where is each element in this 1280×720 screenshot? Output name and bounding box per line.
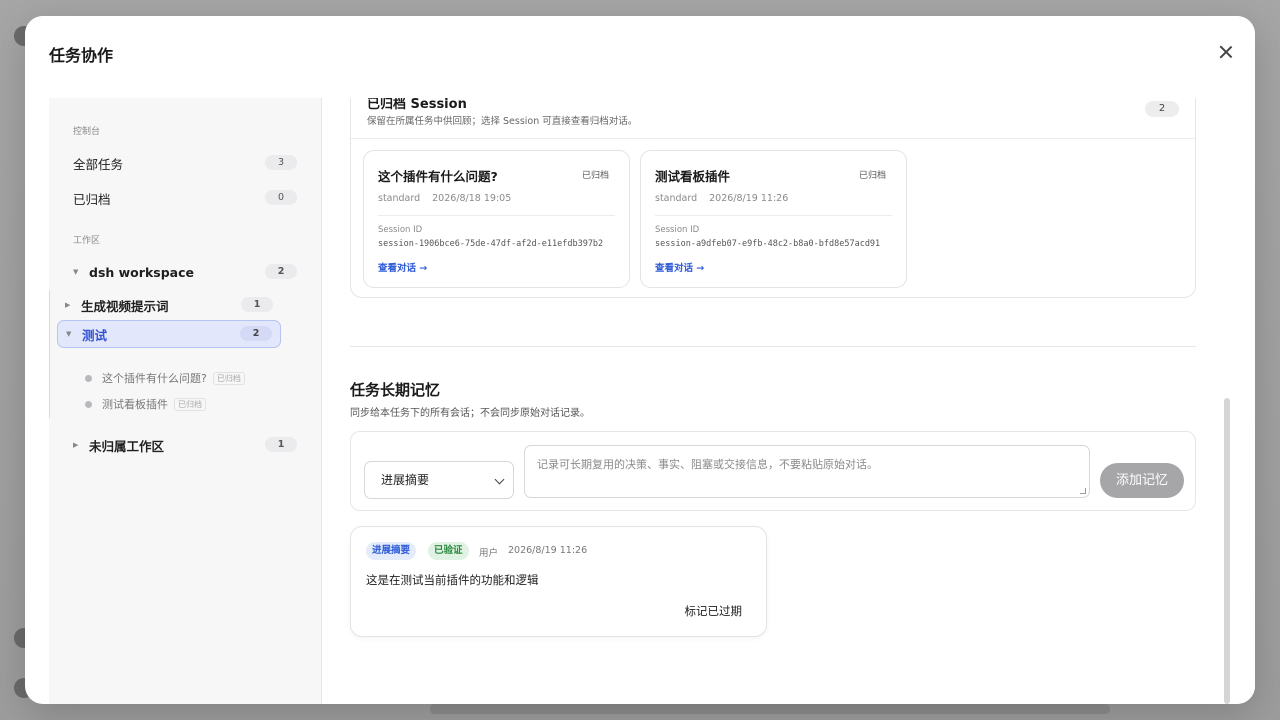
memory-section-description: 同步给本任务下的所有会话；不会同步原始对话记录。 [350,408,590,419]
caret-down-icon[interactable]: ▼ [73,268,89,276]
session-id-value: session-a9dfeb07-e9fb-48c2-b8a0-bfd8e57a… [655,239,881,249]
archived-session-card[interactable]: 测试看板插件 已归档 standard 2026/8/19 11:26 Sess… [640,150,907,288]
card-divider [655,215,892,216]
textarea-placeholder: 记录可长期复用的决策、事实、阻塞或交接信息，不要粘贴原始对话。 [537,458,878,471]
count-badge: 2 [265,264,297,279]
sidebar-task-video-prompt[interactable]: ▶ 生成视频提示词 1 [65,294,273,316]
modal-title: 任务协作 [49,46,114,65]
caret-right-icon[interactable]: ▶ [65,301,81,309]
sidebar-session-item[interactable]: 测试看板插件 已归档 [85,396,206,412]
caret-down-icon[interactable]: ▼ [66,330,82,338]
session-mode: standard [655,193,698,204]
archived-tag: 已归档 [212,371,245,385]
session-mode: standard [378,193,421,204]
task-label: 测试 [82,327,108,343]
view-conversation-link[interactable]: 查看对话 → [378,260,427,274]
main-content: 已归档 Session 保留在所属任务中供回顾；选择 Session 可直接查看… [322,78,1255,704]
session-meta: standard 2026/8/19 11:26 [655,193,788,204]
modal-header: 任务协作 [25,16,1255,98]
sidebar-item-all-tasks[interactable]: 全部任务 3 [73,152,297,174]
verified-tag: 已验证 [428,542,469,560]
caret-right-icon[interactable]: ▶ [73,441,89,449]
mark-expired-button[interactable]: 标记已过期 [685,603,743,619]
session-label: 这个插件有什么问题? [102,372,207,385]
session-dot-icon [85,374,92,382]
archived-description: 保留在所属任务中供回顾；选择 Session 可直接查看归档对话。 [367,116,638,127]
memory-type-tag: 进展摘要 [366,542,417,560]
view-conversation-link[interactable]: 查看对话 → [655,260,704,274]
section-divider [350,346,1196,347]
memory-textarea[interactable]: 记录可长期复用的决策、事实、阻塞或交接信息，不要粘贴原始对话。 [524,445,1090,498]
memory-entry-card: 进展摘要 已验证 用户 2026/8/19 11:26 这是在测试当前插件的功能… [350,526,767,637]
chevron-down-icon [494,474,505,485]
sidebar-task-test[interactable]: ▼ 测试 2 [57,320,281,348]
add-memory-button[interactable]: 添加记忆 [1100,463,1184,498]
count-badge: 3 [265,155,297,170]
card-divider [378,215,615,216]
close-icon[interactable] [1217,43,1235,61]
memory-form: 进展摘要 记录可长期复用的决策、事实、阻塞或交接信息，不要粘贴原始对话。 添加记… [350,431,1196,511]
workspace-section-label: 工作区 [73,236,101,246]
session-id-value: session-1906bce6-75de-47df-af2d-e11efdb3… [378,239,604,249]
archived-sessions-panel: 已归档 Session 保留在所属任务中供回顾；选择 Session 可直接查看… [350,78,1196,298]
session-id-label: Session ID [655,225,700,235]
sidebar-session-item[interactable]: 这个插件有什么问题? 已归档 [85,370,245,386]
memory-author: 用户 [479,548,499,559]
tree-guide-line [49,290,50,418]
sidebar-workspace-dsh[interactable]: ▼ dsh workspace 2 [73,261,297,283]
console-section-label: 控制台 [73,127,101,137]
memory-type-select[interactable]: 进展摘要 [364,461,514,499]
archived-session-card[interactable]: 这个插件有什么问题? 已归档 standard 2026/8/18 19:05 … [363,150,630,288]
session-dot-icon [85,400,92,408]
session-status: 已归档 [858,171,886,181]
count-badge: 1 [241,297,273,312]
archived-tag: 已归档 [174,397,206,411]
session-time: 2026/8/19 11:26 [709,193,789,204]
workspace-label: dsh workspace [89,264,194,280]
select-value: 进展摘要 [381,473,430,487]
session-meta: standard 2026/8/18 19:05 [378,193,511,204]
memory-section-title: 任务长期记忆 [350,381,441,399]
count-badge: 0 [265,190,297,205]
memory-time: 2026/8/19 11:26 [508,545,588,556]
archived-count-badge: 2 [1145,101,1179,117]
sidebar-item-label: 全部任务 [73,156,124,172]
count-badge: 1 [265,437,297,452]
session-label: 测试看板插件 [102,398,168,411]
sidebar: 控制台 全部任务 3 已归档 0 工作区 ▼ dsh workspace 2 ▶… [49,98,321,704]
task-label: 生成视频提示词 [81,298,169,314]
sidebar-workspace-unassigned[interactable]: ▶ 未归属工作区 1 [73,434,297,456]
resize-handle-icon[interactable] [1080,488,1086,494]
count-badge: 2 [240,326,272,341]
memory-text: 这是在测试当前插件的功能和逻辑 [366,573,539,587]
task-collaboration-modal: 任务协作 控制台 全部任务 3 已归档 0 工作区 ▼ dsh workspac… [25,16,1255,704]
workspace-label: 未归属工作区 [89,438,165,454]
session-title: 测试看板插件 [655,169,731,184]
session-status: 已归档 [581,171,609,181]
session-title: 这个插件有什么问题? [378,169,498,184]
background-text [430,704,1110,714]
session-time: 2026/8/18 19:05 [432,193,512,204]
sidebar-item-label: 已归档 [73,191,111,207]
sidebar-item-archived[interactable]: 已归档 0 [73,187,297,209]
main-scrollbar[interactable] [1224,398,1230,704]
session-id-label: Session ID [378,225,423,235]
